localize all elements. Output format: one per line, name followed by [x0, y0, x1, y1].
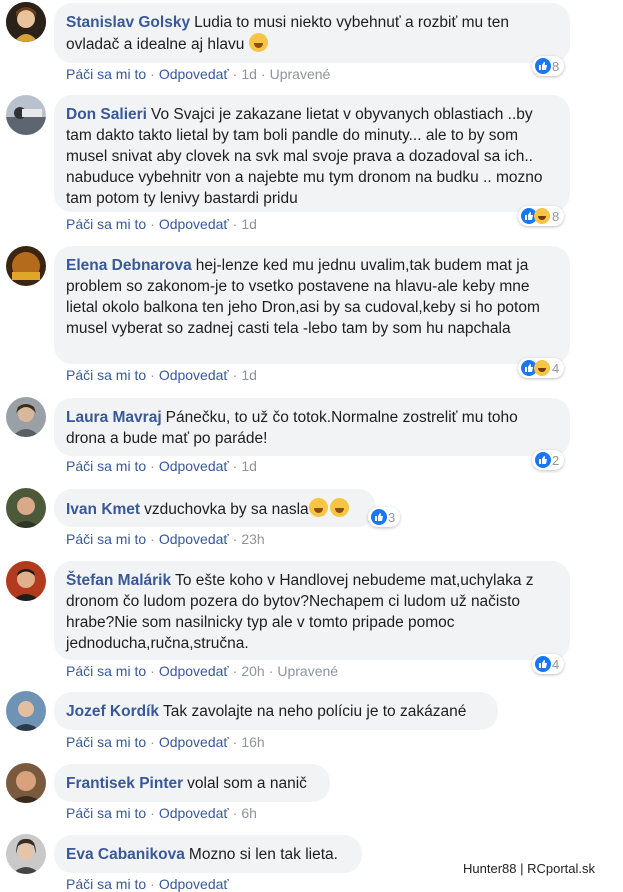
like-link[interactable]: Páči sa mi to	[66, 216, 146, 232]
comment-time[interactable]: 16h	[241, 734, 264, 750]
comment-time[interactable]: 1d	[241, 66, 257, 82]
like-icon	[535, 452, 551, 468]
smile-emoji-icon	[248, 33, 268, 52]
reaction-summary[interactable]: 4	[532, 654, 565, 674]
like-link[interactable]: Páči sa mi to	[66, 805, 146, 821]
avatar[interactable]	[6, 691, 46, 731]
avatar[interactable]	[6, 834, 46, 874]
like-link[interactable]: Páči sa mi to	[66, 531, 146, 547]
comment-text: Mozno si len tak lieta.	[188, 846, 338, 863]
comment-actions: Páči sa mi to · Odpovedať · 1d	[66, 367, 257, 383]
avatar[interactable]	[6, 246, 46, 286]
reply-link[interactable]: Odpovedať	[159, 663, 229, 679]
avatar[interactable]	[6, 95, 46, 135]
comment-author[interactable]: Ivan Kmet	[66, 501, 140, 518]
like-link[interactable]: Páči sa mi to	[66, 734, 146, 750]
comment-actions: Páči sa mi to · Odpovedať · 1d · Upravené	[66, 66, 331, 82]
comment-actions: Páči sa mi to · Odpovedať · 1d	[66, 216, 257, 232]
comment-author[interactable]: Elena Debnarova	[66, 257, 192, 274]
reaction-count: 3	[388, 509, 396, 525]
avatar[interactable]	[6, 763, 46, 803]
comment-text: volal som a nanič	[187, 775, 307, 792]
edited-label[interactable]: Upravené	[270, 66, 331, 82]
like-link[interactable]: Páči sa mi to	[66, 66, 146, 82]
reply-link[interactable]: Odpovedať	[159, 876, 229, 892]
comment-time[interactable]: 1d	[241, 216, 257, 232]
like-link[interactable]: Páči sa mi to	[66, 367, 146, 383]
comment-actions: Páči sa mi to · Odpovedať	[66, 876, 229, 892]
comment-text: vzduchovka by sa nasla	[144, 501, 309, 518]
reaction-count: 8	[552, 58, 560, 74]
avatar[interactable]	[6, 2, 46, 42]
laugh-emoji-icon	[329, 498, 349, 517]
comment-text: Tak zavolajte na neho políciu je to zaká…	[163, 703, 467, 720]
comment-author[interactable]: Frantisek Pinter	[66, 775, 183, 792]
reaction-count: 2	[552, 452, 560, 468]
comment-bubble: Don Salieri Vo Svajci je zakazane lietat …	[54, 95, 570, 212]
comment-bubble: Elena Debnarova hej-lenze ked mu jednu uv…	[54, 246, 570, 364]
avatar[interactable]	[6, 561, 46, 601]
watermark: Hunter88 | RCportal.sk	[463, 861, 595, 876]
comment-author[interactable]: Laura Mavraj	[66, 409, 162, 426]
like-icon	[535, 58, 551, 74]
reaction-summary[interactable]: 3	[368, 507, 401, 527]
edited-label[interactable]: Upravené	[277, 663, 338, 679]
comment-author[interactable]: Eva Cabanikova	[66, 846, 185, 863]
comment-time[interactable]: 1d	[241, 367, 257, 383]
comment-bubble: Laura Mavraj Pánečku, to už čo totok.Norm…	[54, 398, 570, 456]
comment-time[interactable]: 1d	[241, 458, 257, 474]
reaction-summary[interactable]: 2	[532, 450, 565, 470]
reaction-summary[interactable]: 4	[518, 358, 565, 378]
comment-author[interactable]: Stanislav Golsky	[66, 14, 190, 31]
comment-time[interactable]: 23h	[241, 531, 264, 547]
avatar[interactable]	[6, 488, 46, 528]
reply-link[interactable]: Odpovedať	[159, 531, 229, 547]
comment-author[interactable]: Don Salieri	[66, 106, 147, 123]
comment-actions: Páči sa mi to · Odpovedať · 1d	[66, 458, 257, 474]
comment-bubble: Štefan Malárik To ešte koho v Handlovej n…	[54, 561, 570, 660]
comment-time[interactable]: 20h	[241, 663, 264, 679]
comment-author[interactable]: Štefan Malárik	[66, 572, 171, 589]
comment-actions: Páči sa mi to · Odpovedať · 6h	[66, 805, 257, 821]
laugh-emoji-icon	[308, 498, 328, 517]
reaction-summary[interactable]: 8	[532, 56, 565, 76]
like-link[interactable]: Páči sa mi to	[66, 663, 146, 679]
haha-icon	[534, 360, 550, 376]
comment-bubble: Frantisek Pinter volal som a nanič	[54, 764, 330, 802]
comment-actions: Páči sa mi to · Odpovedať · 20h · Upravené	[66, 663, 339, 679]
comment-author[interactable]: Jozef Kordík	[66, 703, 159, 720]
comment-bubble: Eva Cabanikova Mozno si len tak lieta.	[54, 835, 362, 873]
reply-link[interactable]: Odpovedať	[159, 216, 229, 232]
comment-bubble: Ivan Kmet vzduchovka by sa nasla	[54, 489, 376, 527]
haha-icon	[534, 208, 550, 224]
comment-actions: Páči sa mi to · Odpovedať · 16h	[66, 734, 265, 750]
comment-time[interactable]: 6h	[241, 805, 257, 821]
reply-link[interactable]: Odpovedať	[159, 367, 229, 383]
avatar[interactable]	[6, 397, 46, 437]
reply-link[interactable]: Odpovedať	[159, 805, 229, 821]
reply-link[interactable]: Odpovedať	[159, 66, 229, 82]
reply-link[interactable]: Odpovedať	[159, 734, 229, 750]
comment-actions: Páči sa mi to · Odpovedať · 23h	[66, 531, 265, 547]
like-link[interactable]: Páči sa mi to	[66, 876, 146, 892]
reaction-count: 4	[552, 360, 560, 376]
like-link[interactable]: Páči sa mi to	[66, 458, 146, 474]
comment-bubble: Jozef Kordík Tak zavolajte na neho políci…	[54, 692, 498, 730]
like-icon	[371, 509, 387, 525]
reaction-count: 8	[552, 208, 560, 224]
reaction-count: 4	[552, 656, 560, 672]
reply-link[interactable]: Odpovedať	[159, 458, 229, 474]
like-icon	[535, 656, 551, 672]
comment-bubble: Stanislav Golsky Ludia to musi niekto vyb…	[54, 3, 570, 63]
reaction-summary[interactable]: 8	[518, 206, 565, 226]
